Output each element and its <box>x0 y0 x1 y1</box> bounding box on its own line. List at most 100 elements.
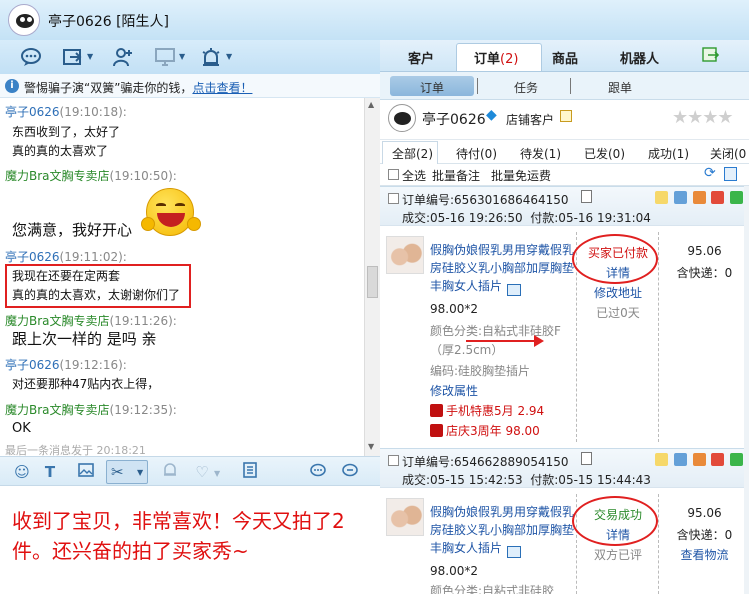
edit-icon[interactable] <box>560 110 572 122</box>
chat-scrollbar[interactable]: ▲ ▼ <box>364 98 380 456</box>
share-dropdown-icon[interactable]: ▼ <box>87 52 93 61</box>
status-tab-unpaid[interactable]: 待付(0) <box>456 145 497 162</box>
scissors-icon: ✂ <box>111 463 124 481</box>
subtab-order[interactable]: 订单 <box>420 79 444 96</box>
calculator-icon[interactable] <box>724 167 737 181</box>
scissors-dropdown-icon[interactable]: ▼ <box>137 468 143 477</box>
screen-icon[interactable] <box>154 46 176 68</box>
chat-send-icon[interactable] <box>308 462 328 482</box>
product-thumbnail[interactable] <box>386 236 424 274</box>
batch-free-shipping-button[interactable]: 批量免运费 <box>491 167 551 184</box>
note-icon[interactable] <box>655 453 668 466</box>
emoji-icon[interactable]: ☺ <box>12 462 32 482</box>
message-text: 真的真的太喜欢了 <box>12 144 109 158</box>
logistics-icon[interactable] <box>673 453 687 466</box>
scroll-thumb[interactable] <box>367 266 378 298</box>
product-thumbnail[interactable] <box>386 498 424 536</box>
copy-icon[interactable] <box>581 452 592 465</box>
shield-icon[interactable] <box>711 453 725 466</box>
status-tab-shipped[interactable]: 已发(0) <box>584 145 625 162</box>
status-tab-to-ship[interactable]: 待发(1) <box>520 145 561 162</box>
subtab-task[interactable]: 任务 <box>514 79 538 96</box>
notice-link[interactable]: 点击查看！ <box>192 81 252 95</box>
heart-icon[interactable]: ♡ <box>192 462 212 482</box>
order-checkbox[interactable] <box>388 193 399 204</box>
status-tab-success[interactable]: 成功(1) <box>648 145 689 162</box>
select-all-checkbox[interactable] <box>388 169 399 180</box>
contact-name: 亭子0626 <box>48 14 112 30</box>
product-edit-icon[interactable] <box>507 546 521 558</box>
export-icon[interactable] <box>702 47 720 63</box>
batch-note-button[interactable]: 批量备注 <box>432 167 480 184</box>
message-text: 对还要那种47贴内衣上得， <box>12 377 160 391</box>
promo-anniversary: 店庆3周年 98.00 <box>430 422 540 439</box>
shield-icon[interactable] <box>711 191 725 204</box>
order-checkbox[interactable] <box>388 455 399 466</box>
shop-icon[interactable] <box>692 453 706 466</box>
more-icon[interactable] <box>340 462 360 482</box>
tab-product[interactable]: 商品 <box>552 48 578 67</box>
product-title[interactable]: 假胸伪娘假乳男用穿戴假乳房硅胶义乳小胸部加厚胸垫丰胸女人插片 <box>430 241 578 295</box>
modify-attribute-link[interactable]: 修改属性 <box>430 382 478 399</box>
status-tab-closed[interactable]: 关闭(0 <box>710 145 746 162</box>
order-header: 订单编号:654662889054150 成交:05-15 15:42:53 付… <box>380 448 749 488</box>
shop-icon[interactable] <box>692 191 706 204</box>
customer-card: 亭子0626 ◆ 店铺客户 ★★★★ <box>380 100 749 140</box>
view-logistics-link[interactable]: 查看物流 <box>662 546 747 563</box>
plugin-tabs: 客户 订单(2) 商品 机器人 <box>380 40 749 72</box>
font-icon[interactable]: T <box>40 462 60 482</box>
screen-dropdown-icon[interactable]: ▼ <box>179 52 185 61</box>
tab-order[interactable]: 订单(2) <box>474 48 518 67</box>
heart-dropdown-icon[interactable]: ▼ <box>214 469 220 478</box>
order-action-icons <box>655 191 747 205</box>
alarm-dropdown-icon[interactable]: ▼ <box>226 52 232 61</box>
order-shipping: 含快递：0 <box>676 528 733 542</box>
alarm-icon[interactable] <box>200 46 222 68</box>
image-icon[interactable] <box>76 462 96 482</box>
logistics-icon[interactable] <box>673 191 687 204</box>
promo-icon <box>430 424 443 437</box>
order-amount: 95.06 <box>687 506 722 520</box>
review-status: 双方已评 <box>593 548 642 562</box>
order-number: 订单编号:654662889054150 <box>402 455 569 469</box>
message-input-text[interactable]: 收到了宝贝，非常喜欢！今天又拍了2件。还兴奋的拍了买家秀~ <box>12 506 372 566</box>
refresh-icon[interactable]: ⟳ <box>704 165 716 181</box>
chat-toolbar: ▼ ▼ ▼ <box>0 40 380 74</box>
flag-icon[interactable] <box>730 191 744 204</box>
add-contact-icon[interactable] <box>112 46 134 68</box>
scroll-up-icon[interactable]: ▲ <box>368 100 374 109</box>
share-icon[interactable] <box>62 46 84 68</box>
scissors-button[interactable]: ✂ ▼ <box>106 460 148 484</box>
order-header: 订单编号:656301686464150 成交:05-16 19:26:50 付… <box>380 186 749 226</box>
info-icon: i <box>5 79 19 93</box>
notice-text: 警惕骗子演“双簧”骗走你的钱， <box>24 81 193 95</box>
tab-robot[interactable]: 机器人 <box>620 48 659 67</box>
chat-icon[interactable] <box>20 46 42 68</box>
tab-customer[interactable]: 客户 <box>408 48 434 67</box>
note-icon[interactable] <box>655 191 668 204</box>
input-toolbar: ☺ T ✂ ▼ ♡ ▼ <box>0 456 380 486</box>
message-input[interactable]: 收到了宝贝，非常喜欢！今天又拍了2件。还兴奋的拍了买家秀~ <box>0 486 380 594</box>
order-times: 成交:05-16 19:26:50 付款:05-16 19:31:04 <box>402 211 651 225</box>
subtab-followup[interactable]: 跟单 <box>608 79 632 96</box>
modify-address-link[interactable]: 修改地址 <box>578 284 658 301</box>
history-icon[interactable] <box>240 462 260 482</box>
order-sub-tabs: 订单 任务 跟单 <box>380 72 749 100</box>
product-title[interactable]: 假胸伪娘假乳男用穿戴假乳房硅胶义乳小胸部加厚胸垫丰胸女人插片 <box>430 503 578 557</box>
order-shipping: 含快递：0 <box>676 266 733 280</box>
order-list-scrollbar[interactable] <box>744 186 749 594</box>
bell-icon[interactable] <box>160 462 180 482</box>
scroll-down-icon[interactable]: ▼ <box>368 442 374 451</box>
status-tab-all[interactable]: 全部(2) <box>392 145 433 162</box>
message-sender: 亭子0626(19:10:18): <box>5 105 127 119</box>
flag-icon[interactable] <box>730 453 744 466</box>
user-avatar[interactable] <box>8 4 40 36</box>
product-edit-icon[interactable] <box>507 284 521 296</box>
order-number: 订单编号:656301686464150 <box>402 193 569 207</box>
copy-icon[interactable] <box>581 190 592 203</box>
product-price-qty: 98.00*2 <box>430 302 478 316</box>
diamond-icon: ◆ <box>486 107 497 123</box>
customer-name: 亭子0626 <box>422 112 486 128</box>
customer-avatar[interactable] <box>388 104 416 132</box>
select-all-label[interactable]: 全选 <box>402 167 426 184</box>
